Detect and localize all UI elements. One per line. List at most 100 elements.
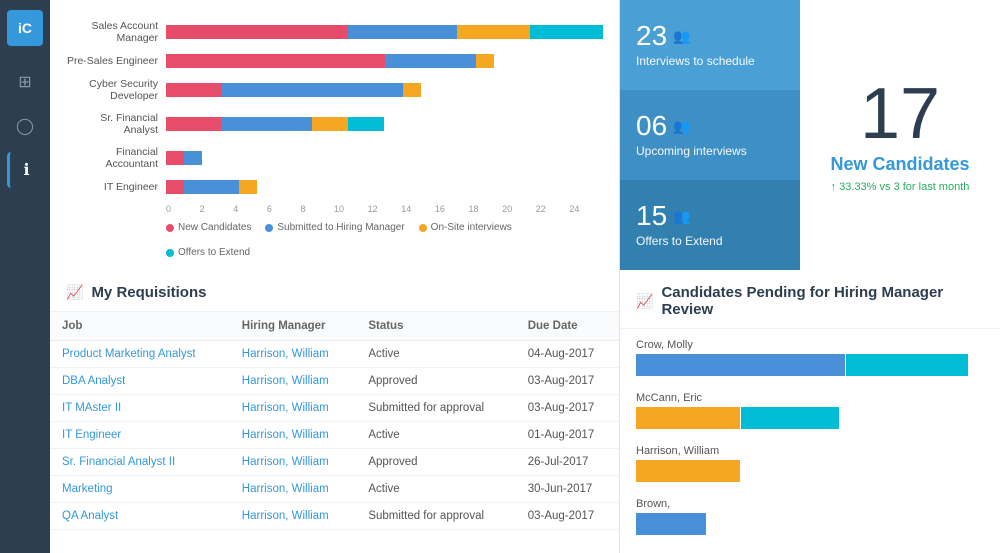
table-row: MarketingHarrison, WilliamActive30-Jun-2…	[50, 476, 619, 503]
due-date-cell: 03-Aug-2017	[516, 503, 619, 530]
manager-link[interactable]: Harrison, William	[230, 449, 357, 476]
x-axis-tick: 2	[200, 204, 234, 214]
job-link[interactable]: IT MAster II	[50, 395, 230, 422]
status-cell: Active	[356, 341, 515, 368]
legend-item: Offers to Extend	[166, 247, 250, 258]
top-panel: Sales Account ManagerPre-Sales EngineerC…	[50, 0, 1000, 270]
pipeline-chart-area: Sales Account ManagerPre-Sales EngineerC…	[50, 0, 620, 270]
upcoming-interviews-number: 06	[636, 112, 667, 140]
manager-link[interactable]: Harrison, William	[230, 476, 357, 503]
job-link[interactable]: Sr. Financial Analyst II	[50, 449, 230, 476]
due-date-cell: 26-Jul-2017	[516, 449, 619, 476]
chart-bar-row: Cyber Security Developer	[66, 78, 603, 102]
manager-link[interactable]: Harrison, William	[230, 395, 357, 422]
main-content: Sales Account ManagerPre-Sales EngineerC…	[50, 0, 1000, 553]
manager-link[interactable]: Harrison, William	[230, 422, 357, 449]
bar-segment-blue	[221, 83, 403, 97]
upcoming-interviews-label: Upcoming interviews	[636, 144, 784, 158]
candidate-name: Brown,	[636, 498, 984, 510]
table-row: QA AnalystHarrison, WilliamSubmitted for…	[50, 503, 619, 530]
bar-group	[166, 180, 603, 194]
app-logo: iC	[7, 10, 43, 46]
candidate-bar-cyan	[741, 407, 838, 429]
col-manager: Hiring Manager	[230, 312, 357, 341]
bar-segment-yellow	[403, 83, 421, 97]
col-due: Due Date	[516, 312, 619, 341]
offers-to-extend-number: 15	[636, 202, 667, 230]
x-axis-tick: 6	[267, 204, 301, 214]
job-link[interactable]: Marketing	[50, 476, 230, 503]
candidate-bars	[636, 513, 984, 535]
bar-group	[166, 117, 603, 131]
requisitions-table-container[interactable]: Job Hiring Manager Status Due Date Produ…	[50, 312, 619, 553]
bar-segment-red	[166, 117, 221, 131]
bar-segment-yellow	[457, 25, 530, 39]
bar-segment-red	[166, 151, 184, 165]
x-axis-tick: 8	[300, 204, 334, 214]
col-job: Job	[50, 312, 230, 341]
table-row: IT MAster IIHarrison, WilliamSubmitted f…	[50, 395, 619, 422]
bar-group	[166, 54, 603, 68]
due-date-cell: 04-Aug-2017	[516, 341, 619, 368]
status-cell: Submitted for approval	[356, 395, 515, 422]
offers-to-extend-icon: 👥	[673, 209, 690, 223]
job-link[interactable]: Product Marketing Analyst	[50, 341, 230, 368]
offers-to-extend-label: Offers to Extend	[636, 234, 784, 248]
chart-bar-row: IT Engineer	[66, 180, 603, 194]
job-link[interactable]: IT Engineer	[50, 422, 230, 449]
candidate-bar-yellow	[636, 407, 740, 429]
interviews-to-schedule-number: 23	[636, 22, 667, 50]
chart-bar-row: Sr. Financial Analyst	[66, 112, 603, 136]
new-candidates-label: New Candidates	[830, 154, 969, 175]
bar-label: Pre-Sales Engineer	[66, 55, 166, 67]
status-cell: Approved	[356, 368, 515, 395]
legend-label: Submitted to Hiring Manager	[277, 222, 404, 233]
legend-dot	[166, 224, 174, 232]
job-link[interactable]: QA Analyst	[50, 503, 230, 530]
legend-label: Offers to Extend	[178, 247, 250, 258]
status-cell: Submitted for approval	[356, 503, 515, 530]
manager-link[interactable]: Harrison, William	[230, 503, 357, 530]
table-row: DBA AnalystHarrison, WilliamApproved03-A…	[50, 368, 619, 395]
job-link[interactable]: DBA Analyst	[50, 368, 230, 395]
candidate-bar-yellow	[636, 460, 740, 482]
candidate-bar-blue	[636, 354, 845, 376]
status-cell: Active	[356, 422, 515, 449]
bar-group	[166, 83, 603, 97]
legend-dot	[265, 224, 273, 232]
x-axis-tick: 20	[502, 204, 536, 214]
candidate-bars	[636, 407, 984, 429]
legend-item: On-Site interviews	[419, 222, 512, 233]
candidate-row: Brown,	[636, 498, 984, 535]
bar-segment-red	[166, 25, 348, 39]
info-icon[interactable]: ℹ	[7, 152, 43, 188]
candidates-chart-icon: 📈	[636, 293, 653, 310]
bar-segment-cyan	[530, 25, 603, 39]
bar-group	[166, 151, 603, 165]
requisitions-table: Job Hiring Manager Status Due Date Produ…	[50, 312, 619, 530]
due-date-cell: 03-Aug-2017	[516, 395, 619, 422]
manager-link[interactable]: Harrison, William	[230, 368, 357, 395]
interviews-to-schedule-icon: 👥	[673, 29, 690, 43]
stats-cards: 23 👥 Interviews to schedule 06 👥 Upcomin…	[620, 0, 800, 270]
legend-item: New Candidates	[166, 222, 251, 233]
legend-dot	[166, 249, 174, 257]
table-row: Sr. Financial Analyst IIHarrison, Willia…	[50, 449, 619, 476]
sidebar: iC ⊞ ◯ ℹ	[0, 0, 50, 553]
home-icon[interactable]: ⊞	[7, 64, 43, 100]
manager-link[interactable]: Harrison, William	[230, 341, 357, 368]
users-icon[interactable]: ◯	[7, 108, 43, 144]
x-axis-tick: 22	[536, 204, 570, 214]
candidate-row: Crow, Molly	[636, 339, 984, 376]
legend-item: Submitted to Hiring Manager	[265, 222, 404, 233]
interviews-to-schedule-label: Interviews to schedule	[636, 54, 784, 68]
col-status: Status	[356, 312, 515, 341]
bar-label: Cyber Security Developer	[66, 78, 166, 102]
candidates-title: 📈 Candidates Pending for Hiring Manager …	[620, 270, 1000, 329]
x-axis-tick: 4	[233, 204, 267, 214]
interviews-to-schedule-card: 23 👥 Interviews to schedule	[620, 0, 800, 90]
chart-bar-row: Pre-Sales Engineer	[66, 54, 603, 68]
x-axis-tick: 24	[569, 204, 603, 214]
bar-label: IT Engineer	[66, 181, 166, 193]
candidate-bar-cyan	[846, 354, 968, 376]
